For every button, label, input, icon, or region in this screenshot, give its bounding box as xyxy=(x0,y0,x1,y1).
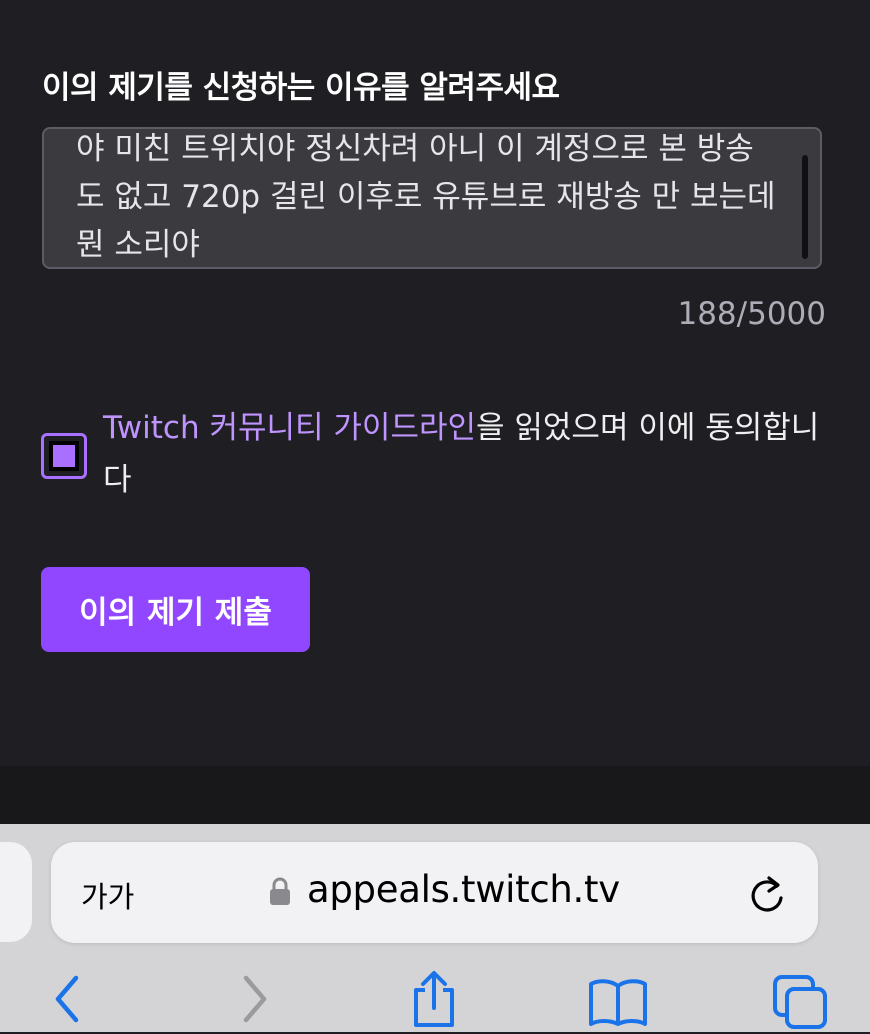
lock-icon xyxy=(269,876,291,910)
reason-textarea[interactable]: 야 미친 트위치야 정신차려 아니 이 계정으로 본 방송도 없고 720p 걸… xyxy=(42,127,822,269)
reload-icon[interactable] xyxy=(747,872,787,920)
tabs-icon[interactable] xyxy=(772,974,828,1034)
agree-checkbox[interactable] xyxy=(41,433,87,479)
address-bar[interactable]: 가가 appeals.twitch.tv xyxy=(51,842,818,943)
checkbox-checked-mark xyxy=(49,441,79,471)
chevron-left-icon[interactable] xyxy=(52,974,82,1028)
share-icon[interactable] xyxy=(410,970,458,1032)
page-footer xyxy=(0,766,870,824)
text-size-button[interactable]: 가가 xyxy=(81,874,134,916)
safari-bottom-bar: 가가 appeals.twitch.tv xyxy=(0,824,870,1032)
chevron-right-icon[interactable] xyxy=(240,974,270,1028)
previous-tab-preview[interactable] xyxy=(0,842,32,942)
url-text[interactable]: appeals.twitch.tv xyxy=(307,868,620,911)
agree-label: Twitch 커뮤니티 가이드라인을 읽었으며 이에 동의합니다 xyxy=(103,402,833,506)
appeal-form-page: 이의 제기를 신청하는 이유를 알려주세요 야 미친 트위치야 정신차려 아니 … xyxy=(0,0,870,766)
section-title: 이의 제기를 신청하는 이유를 알려주세요 xyxy=(42,70,560,106)
textarea-scrollbar[interactable] xyxy=(802,155,808,259)
book-icon[interactable] xyxy=(588,978,648,1030)
submit-appeal-button[interactable]: 이의 제기 제출 xyxy=(41,567,310,652)
character-count: 188/5000 xyxy=(677,296,826,332)
reason-text: 야 미친 트위치야 정신차려 아니 이 계정으로 본 방송도 없고 720p 걸… xyxy=(76,131,786,263)
community-guidelines-link[interactable]: Twitch 커뮤니티 가이드라인 xyxy=(103,410,476,446)
